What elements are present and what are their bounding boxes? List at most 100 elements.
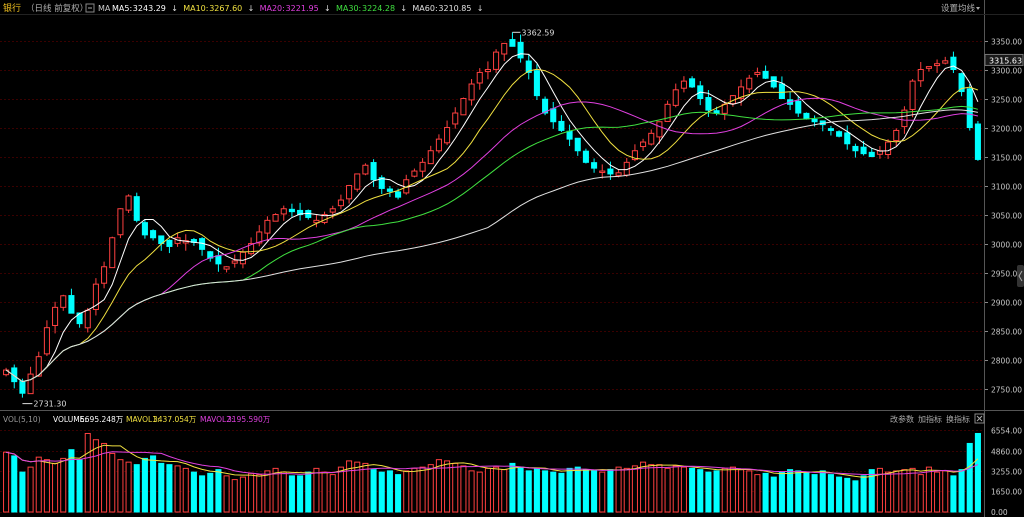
candle-body bbox=[329, 208, 336, 213]
candle-body bbox=[778, 83, 785, 100]
ma-legend-value: 3221.95 bbox=[286, 4, 319, 13]
volume-bar bbox=[3, 451, 10, 513]
volume-bar bbox=[966, 442, 973, 513]
candle-body bbox=[223, 266, 230, 270]
candle-body bbox=[550, 108, 557, 123]
volume-bar bbox=[476, 471, 483, 513]
ma-legend-value: 3210.85 bbox=[438, 4, 471, 13]
volume-bar bbox=[84, 432, 91, 513]
down-arrow-icon: ↓ bbox=[400, 4, 407, 13]
volume-bar bbox=[885, 471, 892, 513]
price-tick-label: 2800.00 bbox=[991, 357, 1022, 366]
candle-body bbox=[844, 132, 851, 145]
settings-ma-button[interactable]: 设置均线 bbox=[941, 3, 976, 14]
volume-bar bbox=[35, 456, 42, 513]
candle-body bbox=[599, 170, 606, 173]
candle-body bbox=[909, 80, 916, 110]
candle-body bbox=[852, 145, 859, 152]
volume-bar bbox=[435, 459, 442, 513]
candle-body bbox=[101, 266, 108, 284]
down-arrow-icon: ↓ bbox=[324, 4, 331, 13]
candle-body bbox=[117, 208, 124, 236]
volume-tick-label: 3255.00 bbox=[991, 468, 1022, 477]
volume-bar bbox=[288, 475, 295, 513]
down-arrow-icon: ↓ bbox=[248, 4, 255, 13]
candle-body bbox=[868, 151, 875, 158]
volume-bar bbox=[427, 464, 434, 513]
volume-bar bbox=[615, 466, 622, 513]
last-price-label: 3315.63 bbox=[989, 56, 1022, 65]
side-panel-toggle[interactable] bbox=[1017, 265, 1024, 287]
volume-bar bbox=[362, 462, 369, 513]
volume-bar bbox=[738, 469, 745, 513]
volume-bar bbox=[558, 472, 565, 513]
price-tick-label: 3200.00 bbox=[991, 125, 1022, 134]
volume-bar bbox=[321, 471, 328, 513]
volume-bar bbox=[517, 466, 524, 513]
volume-bar bbox=[92, 439, 99, 513]
volume-bar bbox=[656, 464, 663, 513]
candle-body bbox=[337, 199, 344, 207]
candle-body bbox=[141, 222, 148, 236]
volume-bar bbox=[893, 470, 900, 513]
volume-bar bbox=[803, 471, 810, 513]
candle-body bbox=[272, 214, 279, 222]
candle-body bbox=[803, 112, 810, 120]
volume-bar bbox=[272, 467, 279, 513]
volume-bar bbox=[909, 467, 916, 513]
price-tick-label: 3350.00 bbox=[991, 38, 1022, 47]
volume-bar bbox=[713, 470, 720, 513]
candle-body bbox=[827, 128, 834, 131]
candle-body bbox=[950, 56, 957, 71]
candle-body bbox=[476, 71, 483, 84]
volume-bar bbox=[680, 466, 687, 513]
volume-bar bbox=[860, 475, 867, 513]
candle-body bbox=[705, 97, 712, 111]
volume-bar bbox=[207, 472, 214, 513]
candle-body bbox=[689, 78, 696, 88]
candle-body bbox=[917, 69, 924, 82]
volume-bar bbox=[697, 469, 704, 513]
volume-bar bbox=[566, 467, 573, 513]
volume-bar bbox=[582, 469, 589, 513]
volume-bar bbox=[689, 467, 696, 513]
volume-bar bbox=[958, 469, 965, 513]
candle-body bbox=[452, 112, 459, 125]
volume-bar bbox=[460, 465, 467, 513]
volume-bar bbox=[729, 466, 736, 513]
volume-bar bbox=[844, 477, 851, 513]
price-tick-label: 3100.00 bbox=[991, 183, 1022, 192]
volume-bar bbox=[444, 460, 451, 513]
candle-body bbox=[680, 80, 687, 89]
header-title: 银行 bbox=[3, 2, 21, 14]
volume-bar bbox=[542, 470, 549, 513]
candle-body bbox=[386, 188, 393, 192]
price-tick-label: 2750.00 bbox=[991, 386, 1022, 395]
candle-body bbox=[648, 132, 655, 145]
candle-body bbox=[574, 137, 581, 152]
volume-bar bbox=[231, 479, 238, 513]
last-price-marker: 3315.63 bbox=[984, 53, 1024, 66]
volume-bar bbox=[370, 469, 377, 513]
candle-body bbox=[770, 76, 777, 88]
switch-indicator-button[interactable]: 换指标 bbox=[946, 414, 970, 424]
candle-body bbox=[166, 239, 173, 247]
candle-body bbox=[533, 70, 540, 97]
volume-bar bbox=[166, 464, 173, 513]
volume-bar bbox=[239, 476, 246, 513]
price-tick-label: 3300.00 bbox=[991, 67, 1022, 76]
candle-body bbox=[280, 208, 287, 215]
candle-body bbox=[836, 131, 843, 137]
ma-legend-value: 3243.29 bbox=[133, 4, 166, 13]
price-tick-label: 2850.00 bbox=[991, 328, 1022, 337]
volume-bar bbox=[395, 474, 402, 513]
price-tick-label: 3050.00 bbox=[991, 212, 1022, 221]
candle-body bbox=[746, 77, 753, 90]
volume-bar bbox=[836, 476, 843, 513]
edit-params-button[interactable]: 改参数 bbox=[890, 414, 914, 424]
candle-body bbox=[215, 255, 222, 265]
volume-bar bbox=[705, 471, 712, 513]
volume-bar bbox=[770, 476, 777, 513]
volume-bar bbox=[452, 462, 459, 513]
add-indicator-button[interactable]: 加指标 bbox=[918, 414, 942, 424]
